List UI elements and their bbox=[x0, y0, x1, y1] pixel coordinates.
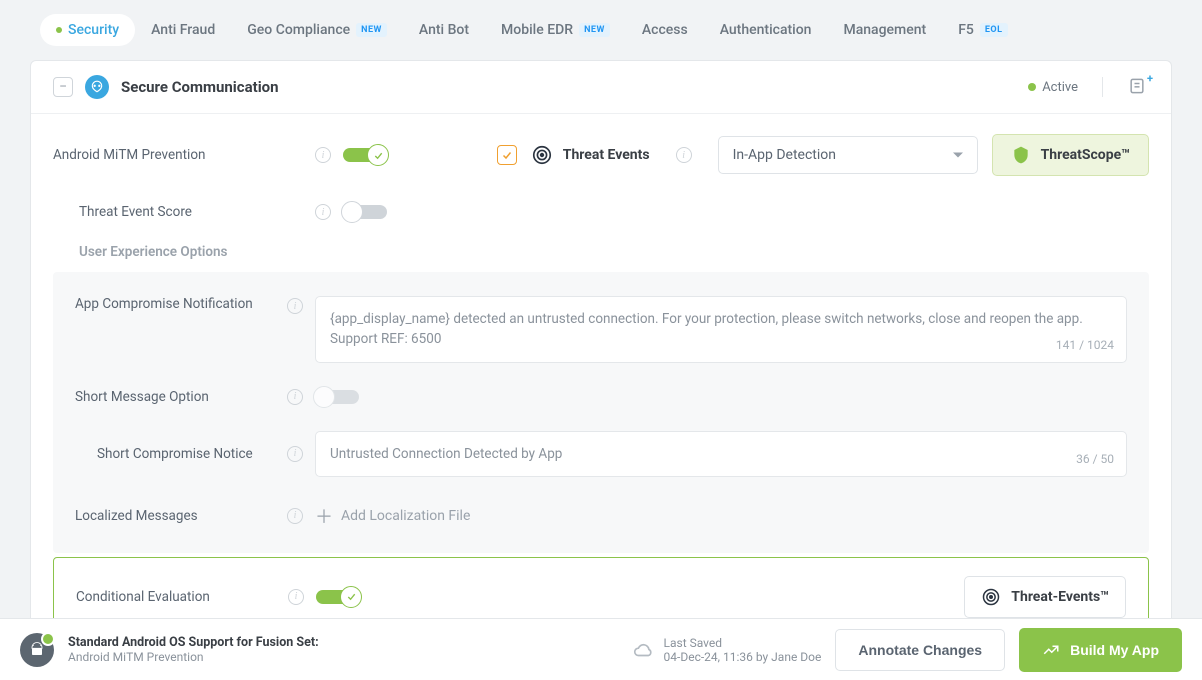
row-threat-score: Threat Event Score i bbox=[53, 204, 1149, 220]
tab-authentication[interactable]: Authentication bbox=[704, 14, 828, 46]
info-icon[interactable]: i bbox=[676, 147, 692, 163]
localized-label: Localized Messages bbox=[75, 508, 275, 524]
tab-anti-fraud[interactable]: Anti Fraud bbox=[135, 14, 231, 46]
threat-events-button[interactable]: Threat-Events™ bbox=[964, 576, 1126, 618]
mitm-toggle[interactable] bbox=[343, 148, 387, 162]
tab-mobile-edr[interactable]: Mobile EDRNEW bbox=[485, 14, 626, 46]
short-message-toggle[interactable] bbox=[315, 390, 359, 404]
row-short-message: Short Message Option i bbox=[75, 389, 1127, 405]
conditional-label: Conditional Evaluation bbox=[76, 589, 276, 605]
row-notification: App Compromise Notification i {app_displ… bbox=[75, 296, 1127, 363]
info-icon[interactable]: i bbox=[287, 446, 303, 462]
tab-geo-compliance[interactable]: Geo ComplianceNEW bbox=[231, 14, 403, 46]
top-tabs: Security Anti Fraud Geo ComplianceNEW An… bbox=[0, 0, 1202, 60]
saved-value: 04-Dec-24, 11:36 by Jane Doe bbox=[664, 650, 822, 664]
threat-events-checkbox[interactable] bbox=[497, 145, 517, 165]
plus-icon: ＋ bbox=[315, 503, 333, 529]
char-counter: 141 / 1024 bbox=[1056, 336, 1114, 354]
row-localized: Localized Messages i ＋ Add Localization … bbox=[75, 503, 1127, 529]
fusion-subtitle: Android MiTM Prevention bbox=[68, 650, 618, 664]
fusion-set-info: Standard Android OS Support for Fusion S… bbox=[68, 635, 618, 664]
row-mitm: Android MiTM Prevention i Threat Events … bbox=[53, 134, 1149, 176]
divider bbox=[1102, 77, 1103, 97]
last-saved: Last Saved 04-Dec-24, 11:36 by Jane Doe bbox=[632, 636, 822, 664]
build-button[interactable]: Build My App bbox=[1019, 628, 1182, 672]
fusion-title: Standard Android OS Support for Fusion S… bbox=[68, 635, 618, 650]
row-short-notice: Short Compromise Notice i Untrusted Conn… bbox=[75, 431, 1127, 477]
notes-icon[interactable]: + bbox=[1127, 76, 1149, 98]
cloud-icon bbox=[632, 639, 654, 661]
android-icon bbox=[20, 633, 54, 667]
annotate-button[interactable]: Annotate Changes bbox=[835, 629, 1005, 671]
threat-events-select[interactable]: In-App Detection bbox=[718, 136, 978, 174]
shield-icon bbox=[85, 75, 109, 99]
tab-anti-bot[interactable]: Anti Bot bbox=[403, 14, 485, 46]
footer-bar: Standard Android OS Support for Fusion S… bbox=[0, 618, 1202, 680]
panel-header: − Secure Communication Active + bbox=[31, 61, 1171, 114]
tab-access[interactable]: Access bbox=[626, 14, 704, 46]
mitm-label: Android MiTM Prevention bbox=[53, 147, 303, 163]
info-icon[interactable]: i bbox=[315, 147, 331, 163]
threatscope-button[interactable]: ThreatScope™ bbox=[992, 134, 1149, 176]
info-icon[interactable]: i bbox=[287, 298, 303, 314]
tab-security[interactable]: Security bbox=[40, 14, 135, 46]
short-notice-textarea[interactable]: Untrusted Connection Detected by App 36 … bbox=[315, 431, 1127, 477]
new-badge: NEW bbox=[356, 23, 387, 37]
status-badge: Active bbox=[1028, 80, 1078, 95]
new-badge: NEW bbox=[579, 23, 610, 37]
threat-score-label: Threat Event Score bbox=[53, 204, 303, 220]
panel-title: Secure Communication bbox=[121, 78, 1016, 96]
target-icon bbox=[531, 144, 553, 166]
threat-score-toggle[interactable] bbox=[343, 205, 387, 219]
ux-options-header: User Experience Options bbox=[79, 244, 1149, 260]
short-notice-label: Short Compromise Notice bbox=[75, 446, 275, 462]
add-localization-button[interactable]: ＋ Add Localization File bbox=[315, 503, 470, 529]
tab-management[interactable]: Management bbox=[827, 14, 942, 46]
eol-badge: EOL bbox=[980, 23, 1008, 37]
info-icon[interactable]: i bbox=[315, 204, 331, 220]
char-counter: 36 / 50 bbox=[1076, 450, 1114, 468]
ux-options-section: App Compromise Notification i {app_displ… bbox=[53, 272, 1149, 553]
threat-events-label: Threat Events bbox=[531, 144, 650, 166]
short-message-label: Short Message Option bbox=[75, 389, 275, 405]
saved-label: Last Saved bbox=[664, 636, 822, 650]
collapse-button[interactable]: − bbox=[53, 77, 73, 97]
notification-label: App Compromise Notification bbox=[75, 296, 275, 312]
info-icon[interactable]: i bbox=[287, 389, 303, 405]
tab-f5[interactable]: F5EOL bbox=[942, 14, 1023, 46]
secure-communication-panel: − Secure Communication Active + Android … bbox=[30, 60, 1172, 658]
notification-textarea[interactable]: {app_display_name} detected an untrusted… bbox=[315, 296, 1127, 363]
panel-body: Android MiTM Prevention i Threat Events … bbox=[31, 114, 1171, 657]
info-icon[interactable]: i bbox=[288, 589, 304, 605]
conditional-toggle[interactable] bbox=[316, 590, 360, 604]
info-icon[interactable]: i bbox=[287, 508, 303, 524]
